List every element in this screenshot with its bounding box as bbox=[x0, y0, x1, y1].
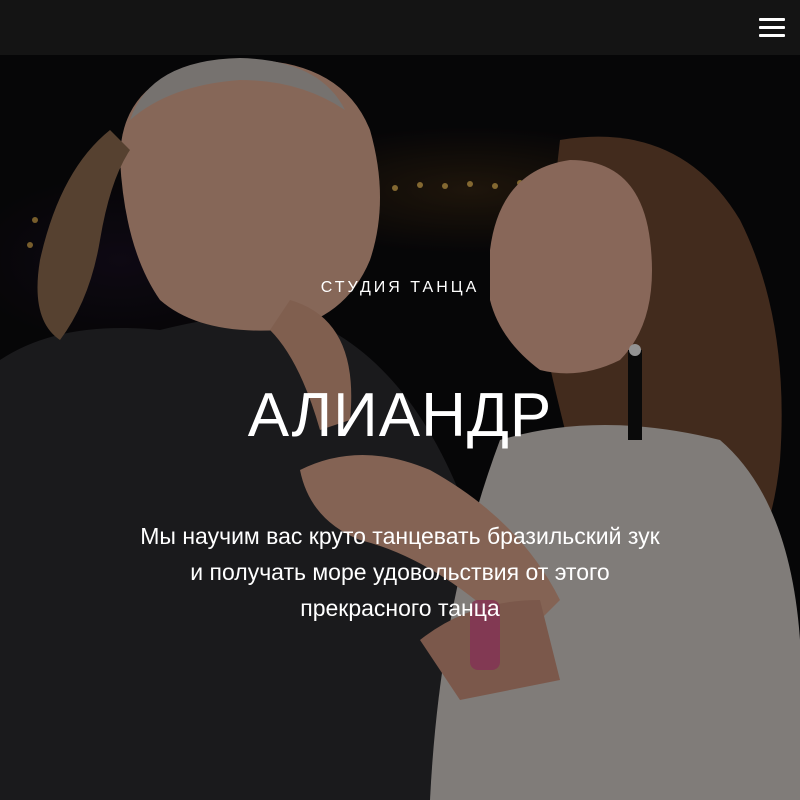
menu-bar-line bbox=[759, 17, 785, 21]
hero-subtitle-line: и получать море удовольствия от этого bbox=[190, 559, 610, 585]
top-navbar bbox=[0, 0, 800, 55]
hero-title: АЛИАНДР bbox=[247, 381, 553, 450]
hero-section: СТУДИЯ ТАНЦА АЛИАНДР Мы научим вас круто… bbox=[0, 0, 800, 800]
menu-bar-line bbox=[759, 33, 785, 37]
hero-eyebrow: СТУДИЯ ТАНЦА bbox=[320, 279, 480, 296]
hero-subtitle-line: Мы научим вас круто танцевать бразильски… bbox=[140, 523, 660, 549]
hero-subtitle-line: прекрасного танца bbox=[300, 595, 500, 621]
hero-content: СТУДИЯ ТАНЦА АЛИАНДР Мы научим вас круто… bbox=[0, 0, 800, 800]
hamburger-menu-icon[interactable] bbox=[756, 12, 788, 42]
menu-bar-line bbox=[759, 25, 785, 29]
hero-subtitle: Мы научим вас круто танцевать бразильски… bbox=[100, 518, 700, 626]
